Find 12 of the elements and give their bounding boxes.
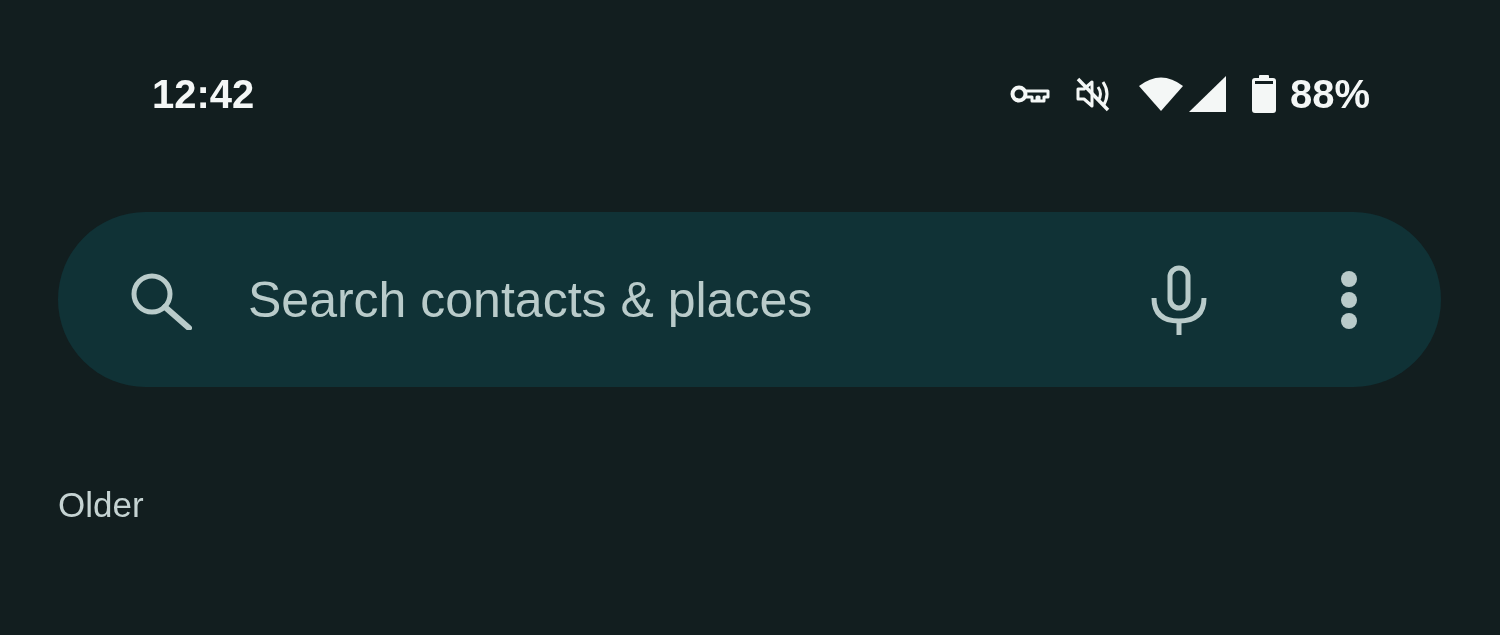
microphone-button[interactable] — [1151, 264, 1207, 335]
battery-icon — [1251, 75, 1276, 113]
key-icon — [1009, 84, 1050, 104]
battery-percentage: 88% — [1289, 74, 1370, 114]
microphone-icon — [1151, 264, 1207, 335]
more-options-button[interactable] — [1341, 270, 1357, 329]
section-header: Older — [58, 485, 144, 525]
cell-signal-icon — [1188, 76, 1226, 112]
more-options-icon — [1341, 270, 1357, 329]
search-field[interactable]: Search contacts & places — [248, 268, 1151, 331]
wifi-icon — [1137, 76, 1184, 112]
clock-time: 12:42 — [152, 74, 255, 114]
